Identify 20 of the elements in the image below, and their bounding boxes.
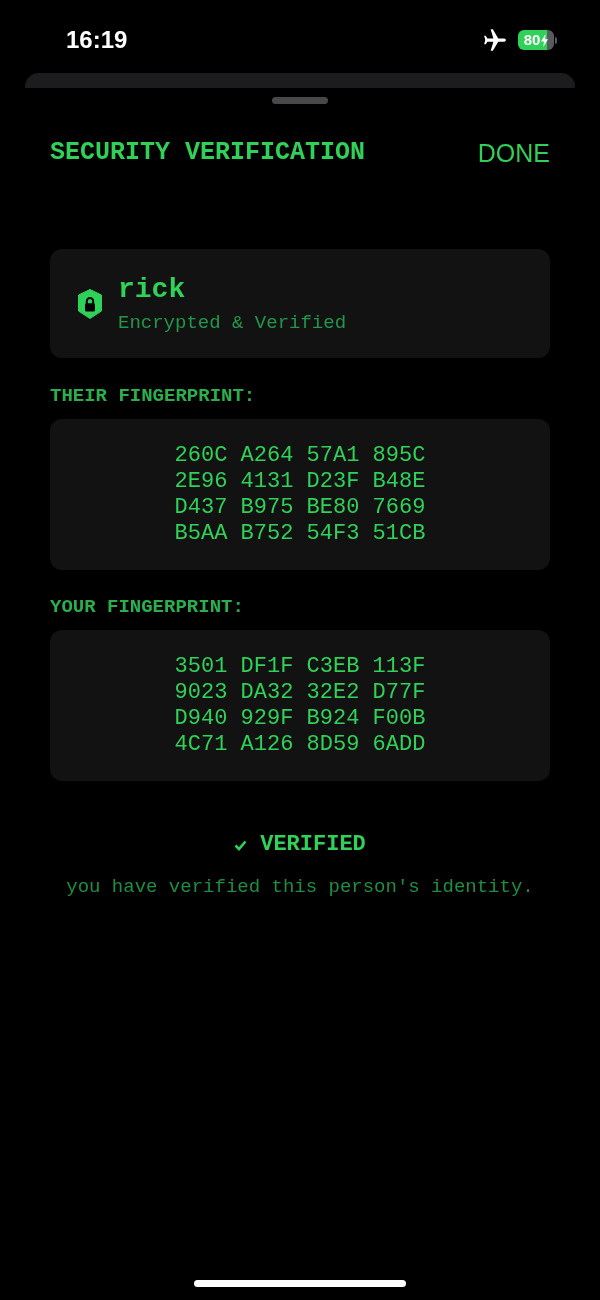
verification-message: you have verified this person's identity.	[65, 875, 535, 899]
sheet-grabber[interactable]	[272, 97, 328, 104]
section-label: YOUR FINGERPRINT:	[50, 596, 245, 618]
sheet-title: SECURITY VERIFICATION	[50, 138, 366, 168]
contact-name: rick	[118, 273, 187, 306]
section-label: THEIR FINGERPRINT:	[50, 385, 257, 407]
done-button[interactable]: DONE	[477, 138, 550, 168]
fingerprint-line: 4C71 A126 8D59 6ADD	[174, 732, 426, 758]
verification-status: VERIFIED	[260, 831, 366, 859]
fingerprint-line: D437 B975 BE80 7669	[174, 495, 426, 521]
fingerprint-line: 260C A264 57A1 895C	[174, 443, 426, 469]
shield-lock-icon	[78, 288, 102, 319]
battery-percentage: 80	[523, 31, 541, 49]
fingerprint-line: 3501 DF1F C3EB 113F	[174, 654, 426, 680]
contact-status: Encrypted & Verified	[118, 311, 347, 334]
status-time: 16:19	[66, 26, 128, 54]
fingerprint-line: 9023 DA32 32E2 D77F	[174, 680, 426, 706]
fingerprint-line: D940 929F B924 F00B	[174, 706, 426, 732]
fingerprint-line: B5AA B752 54F3 51CB	[174, 521, 426, 547]
fingerprint-line: 2E96 4131 D23F B48E	[174, 469, 426, 495]
